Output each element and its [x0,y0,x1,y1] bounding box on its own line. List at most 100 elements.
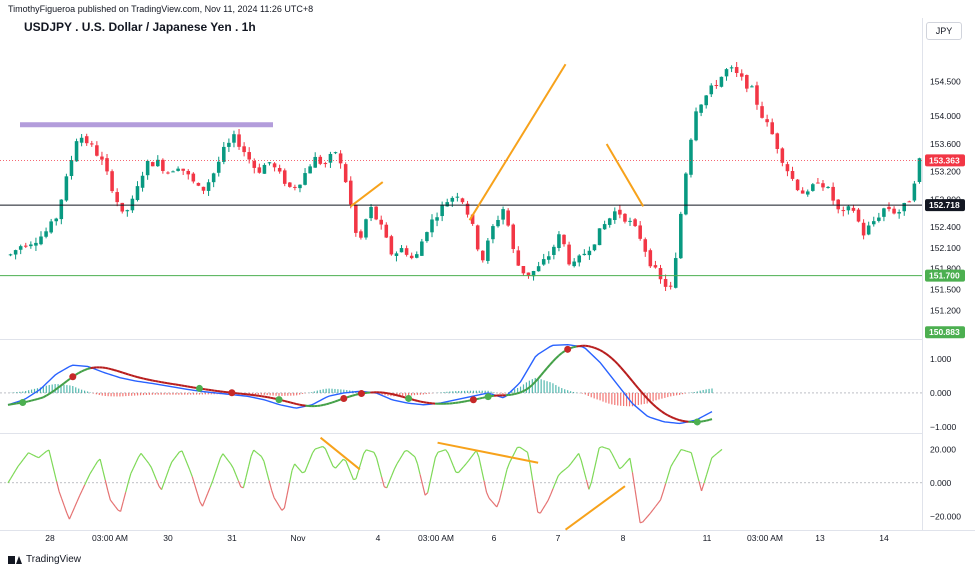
candle-body [282,170,287,184]
oscillator-segment [662,483,667,493]
oscillator-segment [247,456,252,467]
oscillator-segment [652,506,656,511]
oscillator-segment [291,463,296,471]
macd-crossover-dot [469,396,477,404]
candle-body [222,146,226,162]
oscillator-segment [68,513,73,520]
oscillator-segment [542,504,546,510]
oscillator-segment [35,455,39,459]
candle-body [90,143,94,145]
oscillator-segment [230,463,234,469]
macd-crossover-dot [357,390,365,398]
signal-line-segment [116,369,121,373]
oscillator-segment [480,468,485,481]
candle-body [54,218,59,222]
oscillator-segment [227,460,232,465]
candle-body [709,85,714,95]
signal-line-segment [140,376,144,380]
candle-body [587,250,592,256]
candle-body [166,172,170,174]
oscillator-segment [680,449,684,451]
signal-line-segment [546,364,551,369]
signal-line-segment [40,396,44,400]
tradingview-footer[interactable]: TradingView [8,554,81,565]
candle-body [562,234,566,245]
price-tick-label: 151.500 [930,284,961,294]
oscillator-segment [337,461,342,466]
oscillator-segment [544,500,549,506]
signal-line-segment [28,399,32,403]
signal-line-segment [34,398,38,401]
signal-line-segment [293,402,297,406]
chart-canvas[interactable]: 154.500154.000153.600153.200152.800152.4… [0,0,975,572]
candle-body [724,69,729,77]
oscillator-segment [207,487,211,494]
oscillator-segment [491,500,495,505]
oscillator-segment [294,463,298,468]
oscillator-segment [486,492,490,499]
macd-crossover-dot [275,396,283,404]
price-tick-label: 154.500 [930,77,961,87]
signal-line-segment [590,345,595,349]
oscillator-segment [173,454,178,460]
signal-line-segment [125,372,130,376]
signal-line-segment [390,392,395,396]
oscillator-segment [235,474,239,481]
oscillator-segment [526,452,531,465]
signal-line-segment [461,400,465,403]
candle-body [618,209,622,215]
candle-body [44,231,48,237]
candle-body [790,171,795,179]
oscillator-segment [693,461,697,472]
signal-line-segment [152,379,156,383]
oscillator-segment [335,464,339,469]
signal-line-segment [113,369,118,372]
signal-line-segment [87,367,91,370]
oscillator-segment [66,512,70,520]
signal-line-segment [561,350,566,354]
signal-line-segment [558,352,563,357]
oscillator-segment [302,471,306,474]
signal-line-segment [417,399,421,403]
oscillator-segment [125,482,129,493]
signal-line-segment [37,397,41,401]
currency-badge[interactable]: JPY [926,22,962,40]
candle-body [577,255,582,263]
oscillator-segment [675,453,680,459]
oscillator-segment [84,479,88,486]
signal-line-segment [479,396,483,400]
oscillator-segment [145,459,150,464]
signal-line-segment [614,360,619,365]
candle-body [450,197,455,202]
candle-body [359,231,363,238]
signal-line-segment [573,345,577,349]
oscillator-segment [355,470,360,479]
signal-line-segment [596,347,601,352]
oscillator-segment [616,463,621,470]
candle-body [623,213,627,222]
candle-body [729,67,734,69]
candle-body [689,139,693,175]
candle-body [409,255,414,259]
signal-line-segment [63,380,68,385]
candle-body [303,173,307,185]
oscillator-segment [677,449,682,455]
candle-body [480,250,485,261]
candle-body [328,153,333,163]
candle-body [800,190,805,194]
candle-body [379,219,383,225]
oscillator-segment [288,470,293,484]
candle-body [267,162,272,164]
signal-line-segment [158,380,162,384]
time-tick-label: Nov [290,533,306,543]
candle-body [59,199,64,220]
oscillator-segment [217,457,221,466]
oscillator-segment [429,469,434,482]
signal-line-segment [570,346,574,349]
oscillator-segment [22,455,27,460]
oscillator-segment [204,493,209,501]
candle-body [29,244,33,247]
signal-line-segment [423,401,427,404]
oscillator-segment [73,501,78,508]
oscillator-segment [48,449,53,461]
